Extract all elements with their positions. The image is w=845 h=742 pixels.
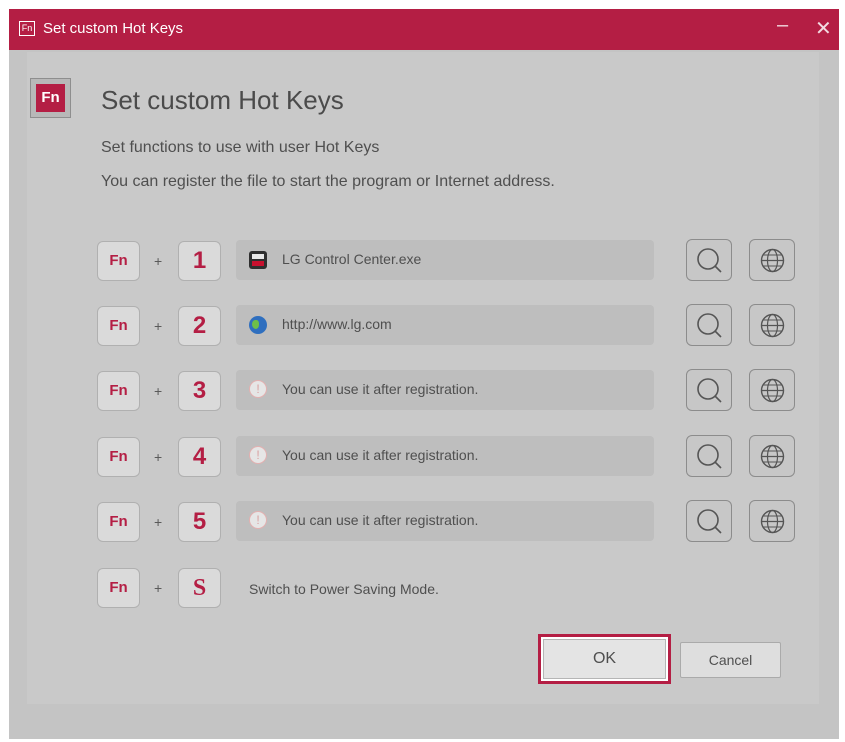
fn-header-icon-label: Fn [36,84,65,112]
hotkey-1-target-field[interactable]: LG Control Center.exe [236,240,654,280]
power-saving-description: Switch to Power Saving Mode. [249,581,439,597]
hotkey-4-target-field[interactable]: ! You can use it after registration. [236,436,654,476]
description-line-2: You can register the file to start the p… [101,173,555,190]
hotkey-1-browse-button[interactable] [686,239,732,281]
search-icon [697,509,722,534]
globe-icon [760,444,785,469]
plus-sign: + [154,318,163,334]
globe-icon [760,509,785,534]
globe-color-icon [249,316,267,334]
hotkey-3-target-text: You can use it after registration. [282,381,479,397]
cancel-button[interactable]: Cancel [680,642,781,678]
plus-sign: + [154,383,163,399]
globe-icon [760,313,785,338]
fn-key: Fn [97,502,140,542]
hotkey-5-browse-button[interactable] [686,500,732,542]
hotkey-2-web-button[interactable] [749,304,795,346]
lg-control-center-app-icon [249,251,267,269]
fn-key: Fn [97,568,140,608]
plus-sign: + [154,449,163,465]
fn-key: Fn [97,241,140,281]
hotkey-s: S [178,568,221,608]
hotkey-3-target-field[interactable]: ! You can use it after registration. [236,370,654,410]
hotkey-2-browse-button[interactable] [686,304,732,346]
hotkey-5: 5 [178,502,221,542]
hotkey-5-target-text: You can use it after registration. [282,512,479,528]
hotkey-4-target-text: You can use it after registration. [282,447,479,463]
plus-sign: + [154,253,163,269]
title-bar[interactable]: Fn Set custom Hot Keys – ✕ [9,9,839,50]
fn-key: Fn [97,306,140,346]
fn-key: Fn [97,371,140,411]
search-icon [697,313,722,338]
hotkey-4: 4 [178,437,221,477]
hotkey-4-browse-button[interactable] [686,435,732,477]
close-button[interactable]: ✕ [815,16,832,41]
hotkey-2-target-field[interactable]: http://www.lg.com [236,305,654,345]
globe-icon [760,248,785,273]
ok-button[interactable]: OK [538,634,671,684]
plus-sign: + [154,514,163,530]
warning-icon: ! [249,446,267,464]
hotkey-2-target-text: http://www.lg.com [282,316,392,332]
description-line-1: Set functions to use with user Hot Keys [101,139,380,156]
fn-app-icon: Fn [19,21,35,36]
page-title: Set custom Hot Keys [101,85,344,115]
plus-sign: + [154,580,163,596]
globe-icon [760,378,785,403]
search-icon [697,378,722,403]
search-icon [697,444,722,469]
minimize-button[interactable]: – [777,14,788,37]
warning-icon: ! [249,511,267,529]
fn-key: Fn [97,437,140,477]
hotkey-1-target-text: LG Control Center.exe [282,251,422,267]
window-title: Set custom Hot Keys [43,20,184,37]
hotkey-1-web-button[interactable] [749,239,795,281]
search-icon [697,248,722,273]
hotkey-4-web-button[interactable] [749,435,795,477]
ok-button-label: OK [543,639,666,679]
hotkey-1: 1 [178,241,221,281]
hotkey-3-browse-button[interactable] [686,369,732,411]
hotkey-3-web-button[interactable] [749,369,795,411]
hotkey-5-web-button[interactable] [749,500,795,542]
hotkey-3: 3 [178,371,221,411]
hotkey-2: 2 [178,306,221,346]
hotkey-5-target-field[interactable]: ! You can use it after registration. [236,501,654,541]
warning-icon: ! [249,380,267,398]
fn-header-icon: Fn [30,78,71,118]
